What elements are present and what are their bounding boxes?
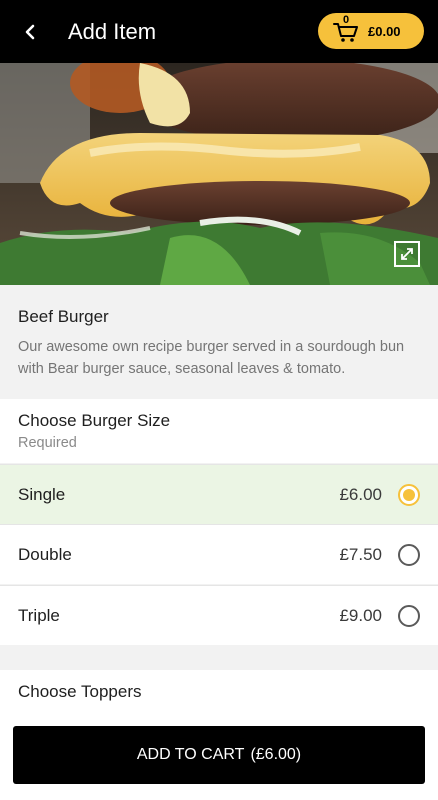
add-to-cart-price: (£6.00) — [250, 746, 302, 763]
option-label: Double — [18, 544, 72, 564]
option-price: £6.00 — [339, 484, 382, 504]
size-group-required: Required — [18, 435, 77, 451]
item-details: Beef Burger Our awesome own recipe burge… — [0, 285, 438, 399]
item-image — [0, 63, 438, 285]
top-bar: Add Item 0 £0.00 — [0, 0, 438, 63]
size-option-single[interactable]: Single £6.00 — [0, 464, 438, 524]
item-description: Our awesome own recipe burger served in … — [18, 339, 405, 377]
option-label: Single — [18, 484, 66, 504]
expand-image-button[interactable] — [394, 241, 420, 267]
add-to-cart-button[interactable]: ADD TO CART (£6.00) — [13, 726, 425, 784]
cart-total: £0.00 — [368, 23, 401, 39]
back-button[interactable] — [0, 0, 60, 63]
chevron-left-icon — [25, 24, 35, 39]
radio-unselected[interactable] — [398, 543, 420, 566]
cart-button[interactable]: 0 £0.00 — [318, 13, 424, 49]
size-group-title: Choose Burger Size — [18, 411, 171, 430]
size-option-double[interactable]: Double £7.50 — [0, 524, 438, 584]
size-group-header: Choose Burger Size Required — [0, 399, 438, 463]
radio-unselected[interactable] — [398, 604, 420, 627]
option-price: £7.50 — [339, 544, 382, 564]
option-label: Triple — [18, 605, 60, 625]
option-price: £9.00 — [339, 605, 382, 625]
add-to-cart-label: ADD TO CART — [136, 746, 245, 763]
cart-icon: 0 — [332, 14, 360, 43]
expand-icon — [401, 248, 413, 260]
burger-photo — [0, 63, 438, 285]
toppers-group-title: Choose Toppers — [18, 682, 142, 701]
item-name: Beef Burger — [18, 307, 109, 326]
page-title: Add Item — [68, 18, 157, 44]
cart-count-badge: 0 — [343, 14, 350, 26]
size-option-triple[interactable]: Triple £9.00 — [0, 585, 438, 645]
radio-selected[interactable] — [398, 483, 420, 506]
section-divider — [0, 646, 438, 670]
